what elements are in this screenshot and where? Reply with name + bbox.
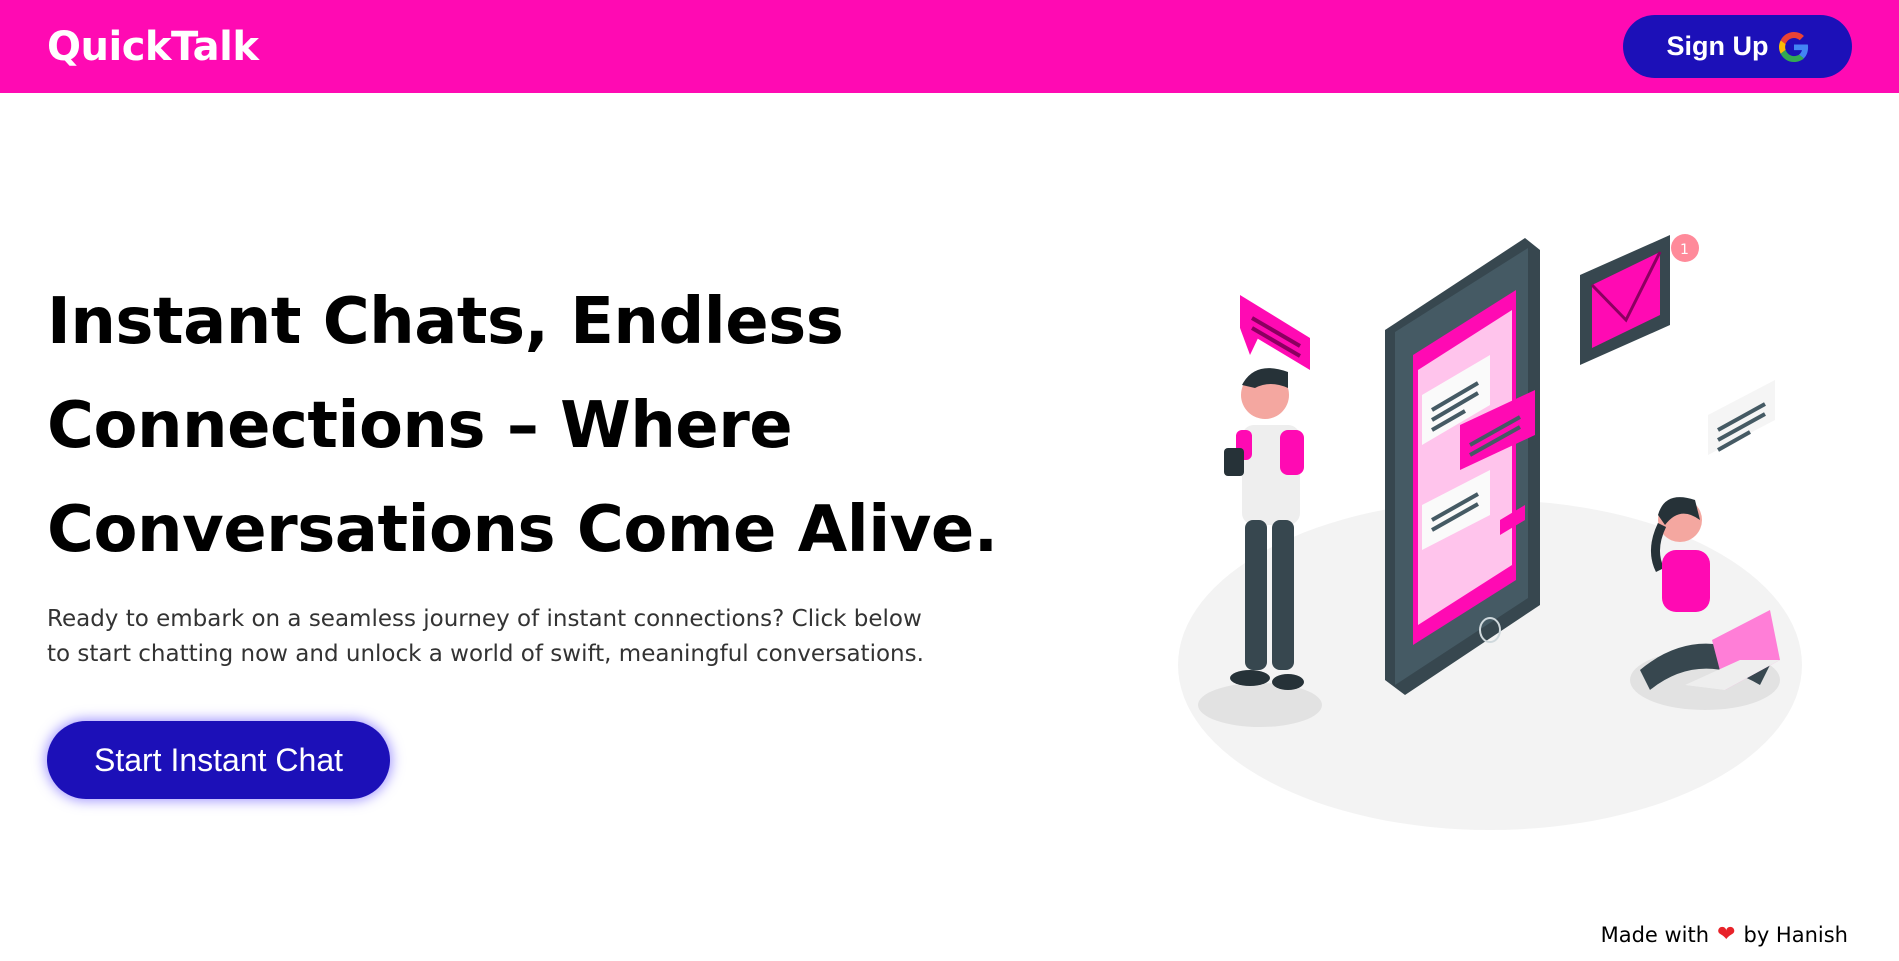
- chat-illustration: 1: [1178, 234, 1802, 830]
- man-shadow: [1198, 683, 1322, 727]
- start-instant-chat-button[interactable]: Start Instant Chat: [47, 721, 390, 799]
- footer-credit: Made with ❤ by Hanish: [1601, 922, 1848, 947]
- hero-title-line: Conversations Come Alive.: [47, 493, 998, 567]
- hero-subtitle: Ready to embark on a seamless journey of…: [47, 602, 967, 672]
- navbar: QuickTalk Sign Up: [0, 0, 1899, 93]
- signup-button[interactable]: Sign Up: [1623, 15, 1852, 78]
- google-g-icon: [1778, 31, 1808, 62]
- hero-title: Instant Chats, Endless Connections – Whe…: [47, 270, 1077, 582]
- mail-notification-icon: 1: [1580, 234, 1699, 365]
- hero-subtitle-line: Ready to embark on a seamless journey of…: [47, 606, 922, 632]
- floating-chat-bubble-icon: [1240, 295, 1310, 370]
- author-text: by Hanish: [1743, 922, 1849, 947]
- floating-message-bubble-icon: [1708, 380, 1775, 455]
- heart-icon: ❤: [1717, 922, 1736, 947]
- made-with-text: Made with: [1600, 922, 1710, 947]
- brand-logo[interactable]: QuickTalk: [47, 24, 259, 70]
- hero-title-line: Instant Chats, Endless: [47, 285, 844, 359]
- hero-title-line: Connections – Where: [47, 389, 793, 463]
- hero-subtitle-line: to start chatting now and unlock a world…: [47, 641, 924, 667]
- signup-label: Sign Up: [1666, 31, 1769, 61]
- svg-text:1: 1: [1680, 242, 1689, 258]
